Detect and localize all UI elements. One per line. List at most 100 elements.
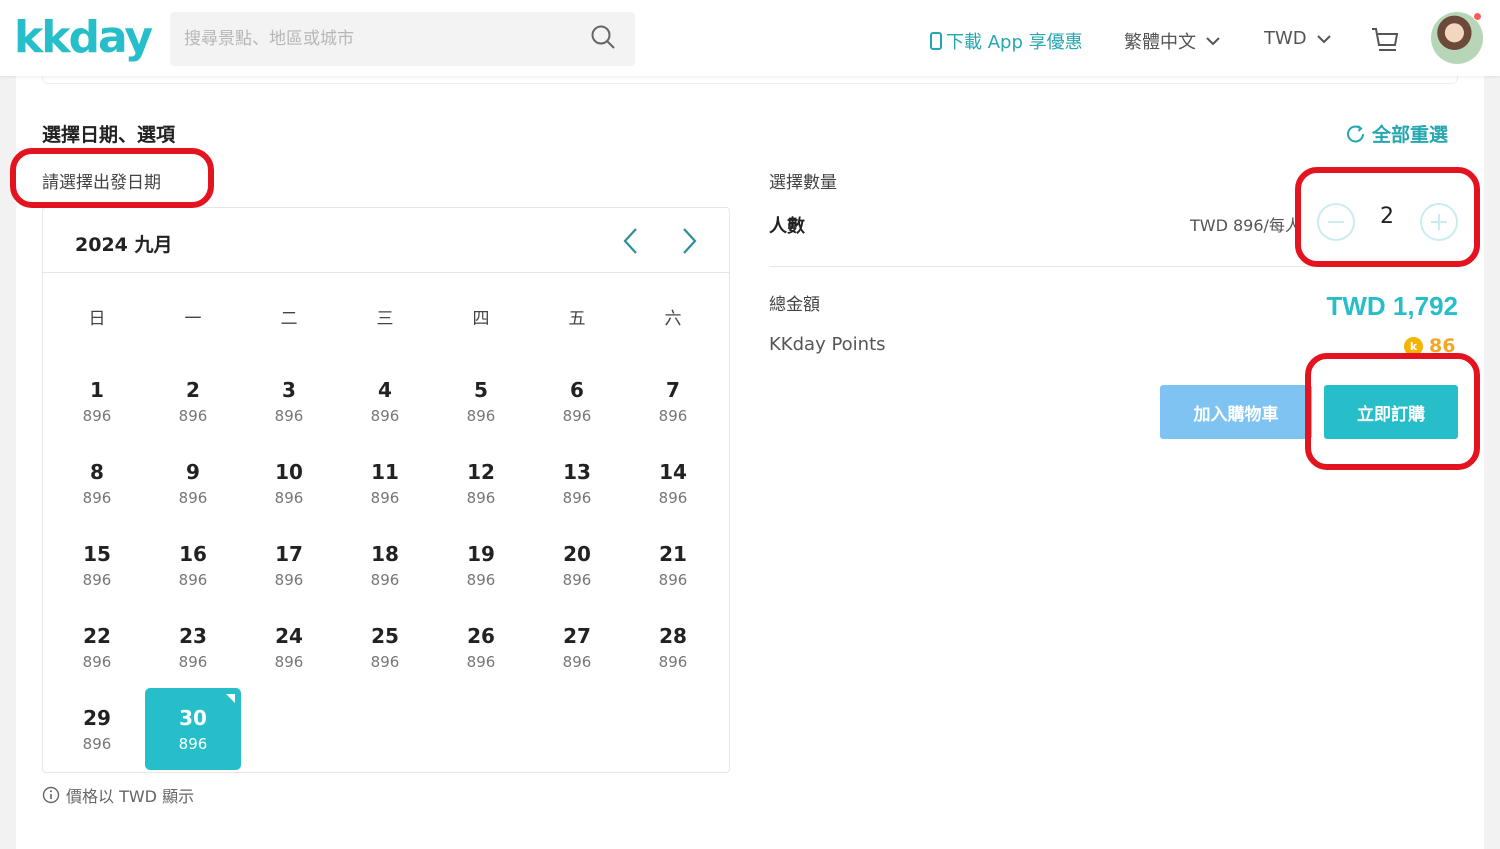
search-icon[interactable] [590,24,616,50]
weekday-row: 日 一 二 三 四 五 六 [49,304,723,329]
day-number: 19 [467,542,495,566]
currency-label: TWD [1264,28,1307,49]
chevron-left-icon[interactable] [621,226,641,256]
calendar-day[interactable]: 13 896 [529,442,625,524]
day-price: 896 [274,571,304,589]
calendar-day[interactable]: 12 896 [433,442,529,524]
calendar-day[interactable]: 4 896 [337,360,433,442]
calendar-day[interactable]: 3 896 [241,360,337,442]
day-price: 896 [562,571,592,589]
download-app-label: 下載 App 享優惠 [946,32,1083,53]
calendar-day[interactable]: 11 896 [337,442,433,524]
day-number: 13 [563,460,591,484]
day-number: 16 [179,542,207,566]
day-number: 25 [371,624,399,648]
currency-selector[interactable]: TWD [1264,28,1331,49]
increase-quantity-button[interactable] [1420,203,1458,241]
calendar-day[interactable]: 10 896 [241,442,337,524]
day-price: 896 [274,489,304,507]
download-app-link[interactable]: 下載 App 享優惠 [930,28,1083,54]
calendar-header: 2024 九月 [43,208,729,273]
day-price: 896 [178,653,208,671]
calendar-day[interactable]: 19 896 [433,524,529,606]
points-label: KKday Points [769,334,886,355]
calendar-day[interactable]: 16 896 [145,524,241,606]
kkday-coin-icon: k [1404,336,1423,356]
calendar-day[interactable]: 24 896 [241,606,337,688]
day-number: 7 [666,378,680,402]
calendar-day[interactable]: 21 896 [625,524,721,606]
calendar-day[interactable]: 27 896 [529,606,625,688]
day-number: 21 [659,542,687,566]
day-price: 896 [178,489,208,507]
search-box[interactable] [170,12,635,66]
calendar-day[interactable]: 15 896 [49,524,145,606]
day-price: 896 [178,571,208,589]
day-number: 5 [474,378,488,402]
chevron-down-icon [1316,34,1331,43]
weekday-label: 一 [184,309,202,329]
weekday-label: 三 [376,309,394,329]
weekday-label: 二 [280,309,298,329]
day-price: 896 [658,407,688,425]
date-prompt: 請選擇出發日期 [42,173,161,193]
reset-label: 全部重選 [1372,124,1449,146]
divider [769,266,1458,267]
calendar-day[interactable]: 5 896 [433,360,529,442]
info-icon [42,786,60,804]
calendar-day[interactable]: 22 896 [49,606,145,688]
calendar-month-label: 2024 九月 [75,234,173,256]
price-note-label: 價格以 TWD 顯示 [66,787,195,806]
calendar-day[interactable]: 30 896 [145,688,241,770]
weekday-label: 五 [568,309,586,329]
day-price: 896 [466,571,496,589]
day-number: 22 [83,624,111,648]
kkday-logo[interactable]: kkday [14,12,153,64]
day-number: 8 [90,460,104,484]
calendar-day[interactable]: 7 896 [625,360,721,442]
calendar-day[interactable]: 18 896 [337,524,433,606]
day-number: 12 [467,460,495,484]
calendar-day[interactable]: 2 896 [145,360,241,442]
calendar-day[interactable]: 8 896 [49,442,145,524]
day-number: 20 [563,542,591,566]
notification-dot [1473,12,1482,21]
buy-now-button[interactable]: 立即訂購 [1324,385,1458,439]
language-selector[interactable]: 繁體中文 [1124,28,1220,54]
calendar-day[interactable]: 25 896 [337,606,433,688]
calendar-day[interactable]: 26 896 [433,606,529,688]
calendar-day[interactable]: 28 896 [625,606,721,688]
day-number: 15 [83,542,111,566]
day-number: 24 [275,624,303,648]
day-number: 17 [275,542,303,566]
person-count-label: 人數 [769,216,805,237]
total-amount: TWD 1,792 [1326,291,1459,321]
day-price: 896 [466,407,496,425]
points-amount: 86 [1429,335,1456,357]
calendar-day[interactable]: 9 896 [145,442,241,524]
search-input[interactable] [184,12,584,66]
calendar-day[interactable]: 20 896 [529,524,625,606]
cart-icon[interactable] [1370,26,1400,54]
calendar-day[interactable]: 6 896 [529,360,625,442]
add-to-cart-button[interactable]: 加入購物車 [1160,385,1312,439]
total-label: 總金額 [769,295,820,315]
date-calendar: 2024 九月 日 一 二 三 四 五 六 1 896 2 896 3 896 4 896 5 8… [42,207,730,773]
decrease-quantity-button[interactable] [1317,203,1355,241]
calendar-day[interactable]: 14 896 [625,442,721,524]
chevron-right-icon[interactable] [679,226,699,256]
unit-price: TWD 896/每人 [1190,216,1298,235]
day-price: 896 [562,489,592,507]
calendar-day[interactable]: 1 896 [49,360,145,442]
day-price: 896 [82,407,112,425]
day-number: 27 [563,624,591,648]
points-value: k 86 [1404,335,1455,357]
calendar-day[interactable]: 29 896 [49,688,145,770]
reset-all-button[interactable]: 全部重選 [1346,120,1448,147]
section-title: 選擇日期、選項 [42,124,176,146]
day-number: 4 [378,378,392,402]
day-price: 896 [658,489,688,507]
calendar-day[interactable]: 23 896 [145,606,241,688]
calendar-day[interactable]: 17 896 [241,524,337,606]
day-price: 896 [562,653,592,671]
